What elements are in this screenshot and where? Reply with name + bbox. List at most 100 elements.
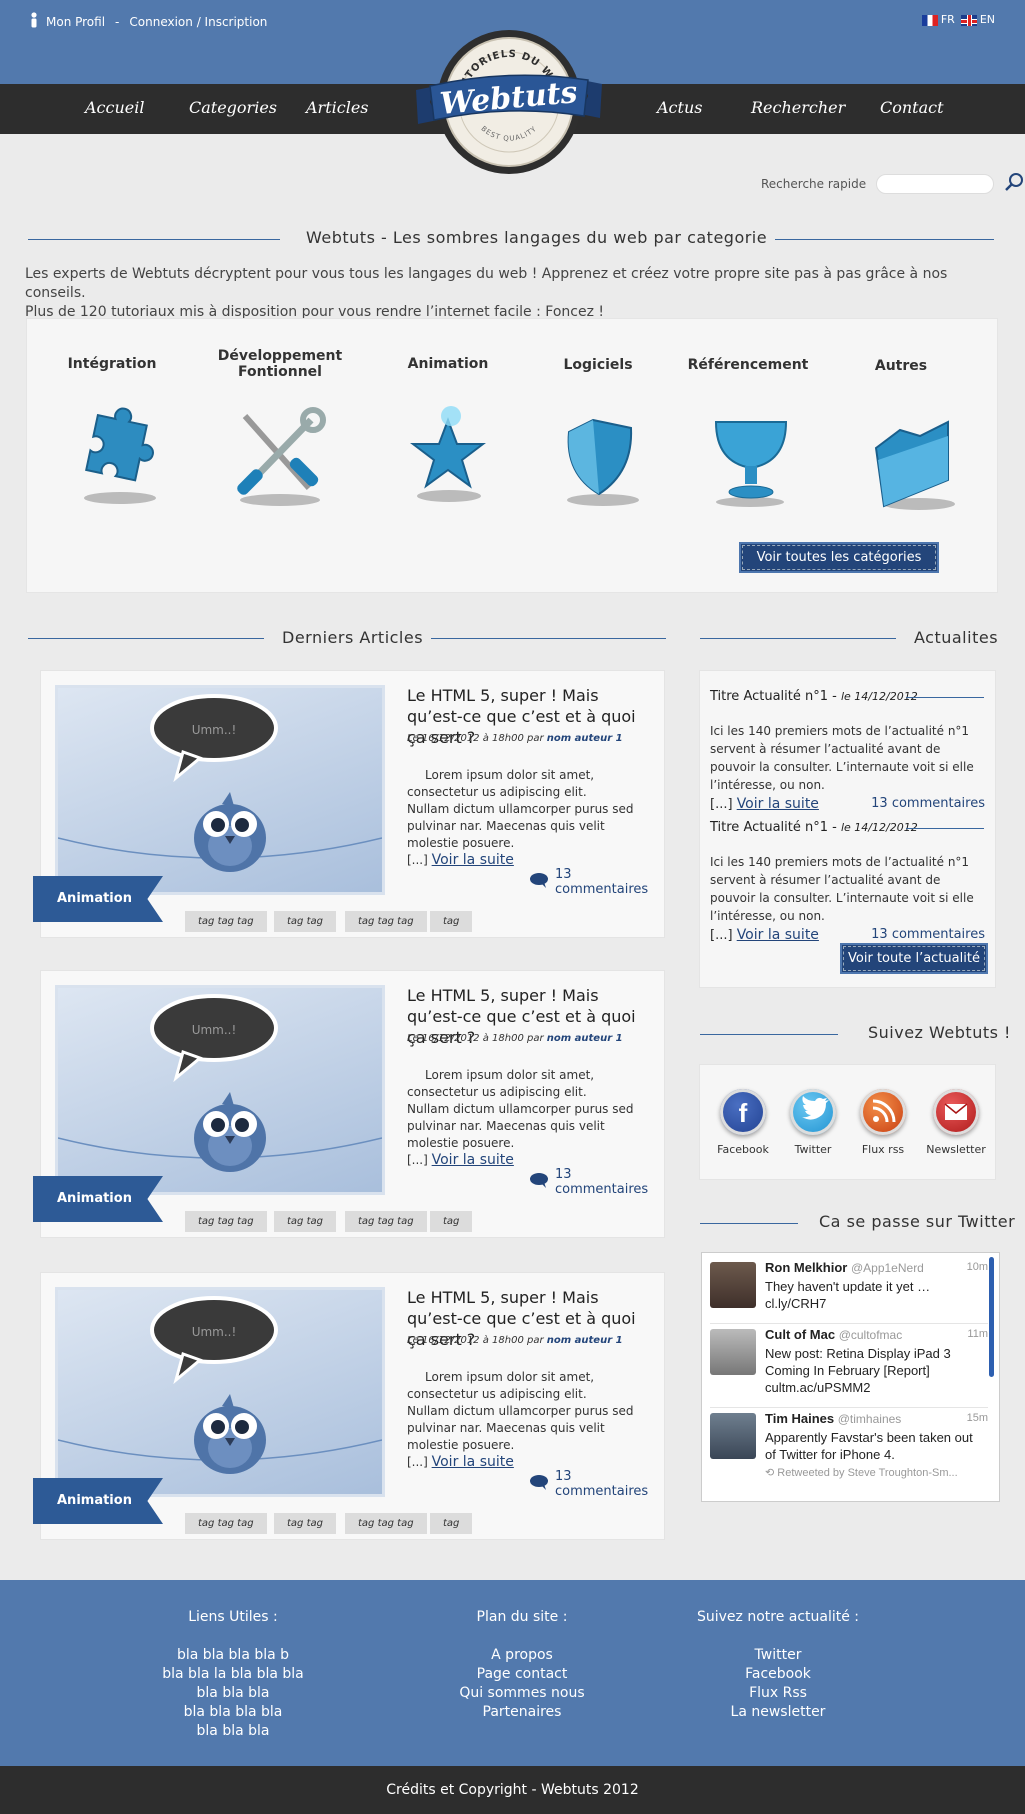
- nav-categories[interactable]: Categories: [189, 98, 277, 117]
- footer-col-title: Liens Utiles :: [188, 1609, 278, 1625]
- category-referencement-label[interactable]: Référencement: [673, 357, 823, 373]
- category-integration-label[interactable]: Intégration: [37, 356, 187, 372]
- news-read-more[interactable]: Voir la suite: [737, 927, 819, 943]
- footer-link[interactable]: bla bla bla bla b: [133, 1646, 333, 1665]
- twitter-title: Ca se passe sur Twitter: [811, 1212, 1024, 1231]
- shield-icon[interactable]: [543, 404, 653, 514]
- puzzle-icon[interactable]: [62, 400, 172, 510]
- folder-icon[interactable]: [864, 408, 974, 518]
- follow-rss[interactable]: Flux rss: [848, 1089, 918, 1156]
- article-tag[interactable]: tag: [430, 911, 473, 932]
- article-tag[interactable]: tag tag: [274, 1211, 336, 1232]
- search-icon[interactable]: [1004, 172, 1024, 195]
- article-author[interactable]: nom auteur 1: [547, 1033, 623, 1044]
- tools-icon[interactable]: [225, 404, 335, 514]
- tweet[interactable]: Cult of Mac @cultofmac 11m New post: Ret…: [710, 1324, 988, 1408]
- footer-link[interactable]: Flux Rss: [678, 1684, 878, 1703]
- footer-link[interactable]: Partenaires: [422, 1703, 622, 1722]
- follow-twitter-label: Twitter: [794, 1143, 832, 1156]
- language-switcher: FR EN: [921, 13, 995, 26]
- footer-link[interactable]: Page contact: [422, 1665, 622, 1684]
- article-comments[interactable]: 13 commentaires: [529, 867, 664, 897]
- follow-newsletter[interactable]: Newsletter: [921, 1089, 991, 1156]
- article-author[interactable]: nom auteur 1: [547, 733, 623, 744]
- footer-link[interactable]: bla bla la bla bla bla: [133, 1665, 333, 1684]
- category-developpement-label[interactable]: Développement Fontionnel: [205, 348, 355, 380]
- article-tag[interactable]: tag: [430, 1211, 473, 1232]
- title-rule-right: [742, 239, 994, 240]
- article-read-more[interactable]: Voir la suite: [432, 1152, 514, 1168]
- article-tag[interactable]: tag tag tag: [345, 1211, 427, 1232]
- article-tag[interactable]: tag tag tag: [185, 911, 267, 932]
- nav-contact[interactable]: Contact: [880, 98, 944, 117]
- footer-link[interactable]: Twitter: [678, 1646, 878, 1665]
- twitter-widget[interactable]: Ron Melkhior @App1eNerd 10m They haven't…: [701, 1252, 1000, 1502]
- follow-twitter[interactable]: Twitter: [778, 1089, 848, 1156]
- avatar: [710, 1413, 756, 1459]
- follow-facebook[interactable]: f Facebook: [708, 1089, 778, 1156]
- lang-en[interactable]: EN: [960, 13, 995, 26]
- article-excerpt: Lorem ipsum dolor sit amet, consectetur …: [407, 1370, 634, 1470]
- follow-newsletter-label: Newsletter: [926, 1143, 986, 1156]
- article-card: Umm..! Le HTML 5, super ! Mais qu’est-ce …: [33, 670, 665, 938]
- lang-fr[interactable]: FR: [921, 13, 955, 26]
- article-tag[interactable]: tag: [430, 1513, 473, 1534]
- article-tag[interactable]: tag tag: [274, 1513, 336, 1534]
- article-thumbnail[interactable]: Umm..!: [55, 985, 385, 1195]
- article-tag[interactable]: tag tag tag: [185, 1211, 267, 1232]
- article-thumbnail[interactable]: Umm..!: [55, 685, 385, 895]
- nav-actus[interactable]: Actus: [657, 98, 702, 117]
- article-category-ribbon[interactable]: Animation: [33, 1478, 163, 1524]
- trophy-icon[interactable]: [696, 404, 806, 514]
- category-autres-label[interactable]: Autres: [826, 358, 976, 374]
- twitter-scrollbar[interactable]: [989, 1257, 994, 1377]
- article-tag[interactable]: tag tag tag: [185, 1513, 267, 1534]
- search-label: Recherche rapide: [761, 176, 867, 191]
- nav-accueil[interactable]: Accueil: [85, 98, 144, 117]
- tweet-time: 10m: [966, 1261, 988, 1273]
- nav-articles[interactable]: Articles: [306, 98, 369, 117]
- footer-link[interactable]: bla bla bla: [133, 1722, 333, 1741]
- intro-line-1: Les experts de Webtuts décryptent pour v…: [25, 266, 948, 301]
- article-category-ribbon[interactable]: Animation: [33, 1176, 163, 1222]
- article-category-ribbon[interactable]: Animation: [33, 876, 163, 922]
- tweet-retweet: ⟲ Retweeted by Steve Troughton-Sm...: [765, 1467, 958, 1479]
- footer-link[interactable]: A propos: [422, 1646, 622, 1665]
- article-read-more[interactable]: Voir la suite: [432, 852, 514, 868]
- footer-link[interactable]: Qui sommes nous: [422, 1684, 622, 1703]
- nav-rechercher[interactable]: Rechercher: [751, 98, 845, 117]
- all-news-button[interactable]: Voir toute l’actualité: [840, 943, 988, 974]
- login-link[interactable]: Connexion / Inscription: [129, 15, 267, 29]
- article-tag[interactable]: tag tag: [274, 911, 336, 932]
- tweet-author: Ron Melkhior: [765, 1260, 848, 1275]
- news-read-more[interactable]: Voir la suite: [737, 796, 819, 812]
- article-tag[interactable]: tag tag tag: [345, 911, 427, 932]
- star-icon[interactable]: [393, 398, 503, 508]
- site-logo[interactable]: TUTORIELS DU WEB BEST QUALITY Webtuts: [416, 28, 602, 176]
- category-logiciels-label[interactable]: Logiciels: [523, 357, 673, 373]
- article-comments[interactable]: 13 commentaires: [529, 1167, 664, 1197]
- profile-link[interactable]: Mon Profil: [46, 15, 105, 29]
- tweet[interactable]: Ron Melkhior @App1eNerd 10m They haven't…: [710, 1257, 988, 1324]
- article-thumbnail[interactable]: Umm..!: [55, 1287, 385, 1497]
- category-animation-label[interactable]: Animation: [373, 356, 523, 372]
- article-read-more[interactable]: Voir la suite: [432, 1454, 514, 1470]
- article-tag[interactable]: tag tag tag: [345, 1513, 427, 1534]
- speech-bubble-text: Umm..!: [192, 1023, 237, 1037]
- article-excerpt: Lorem ipsum dolor sit amet, consectetur …: [407, 1068, 634, 1168]
- tweet-author: Cult of Mac: [765, 1327, 836, 1342]
- tweet[interactable]: Tim Haines @timhaines 15m Apparently Fav…: [710, 1408, 988, 1498]
- news-comments[interactable]: 13 commentaires: [871, 796, 985, 812]
- speech-bubble-text: Umm..!: [192, 1325, 237, 1339]
- footer-link[interactable]: La newsletter: [678, 1703, 878, 1722]
- all-categories-button[interactable]: Voir toutes les catégories: [739, 542, 939, 573]
- avatar: [710, 1329, 756, 1375]
- article-author[interactable]: nom auteur 1: [547, 1335, 623, 1346]
- news-rule: [700, 638, 896, 639]
- footer-link[interactable]: bla bla bla bla: [133, 1703, 333, 1722]
- footer-link[interactable]: Facebook: [678, 1665, 878, 1684]
- footer-link[interactable]: bla bla bla: [133, 1684, 333, 1703]
- news-comments[interactable]: 13 commentaires: [871, 927, 985, 943]
- article-comments[interactable]: 13 commentaires: [529, 1469, 664, 1499]
- search-input[interactable]: [876, 173, 995, 194]
